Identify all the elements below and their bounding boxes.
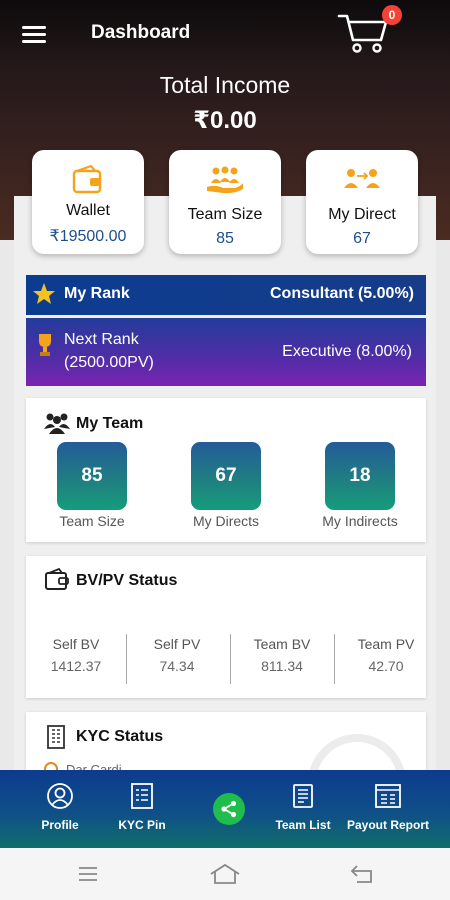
wallet-icon: [32, 162, 144, 198]
direct-link-icon: [306, 162, 418, 198]
my-rank-value: Consultant (5.00%): [269, 285, 414, 302]
share-button[interactable]: [213, 793, 245, 825]
self-bv-label: Self BV: [52, 636, 100, 652]
kyc-pin-icon: [110, 782, 174, 812]
self-pv-label: Self PV: [153, 636, 201, 652]
system-navigation-bar: [0, 848, 450, 900]
bvpv-section: BV/PV Status Self BV 1412.37 Self PV 74.…: [26, 556, 426, 698]
nav-team-list-label: Team List: [275, 818, 331, 832]
self-bv: Self BV 1412.37: [26, 636, 126, 674]
my-directs-box[interactable]: 67: [191, 442, 261, 510]
share-icon: [221, 800, 237, 818]
next-rank-title: Next Rank: [64, 331, 139, 348]
team-size-card[interactable]: Team Size 85: [169, 150, 281, 254]
next-rank-label: Next Rank (2500.00PV): [64, 328, 154, 374]
nav-profile[interactable]: Profile: [30, 770, 90, 848]
team-bv-label: Team BV: [253, 636, 311, 652]
nav-team-list[interactable]: Team List: [268, 770, 338, 848]
team-size-value: 85: [216, 230, 234, 247]
total-income-value: ₹0.00: [193, 107, 257, 134]
team-size-label: Team Size: [187, 206, 263, 223]
nav-kyc-pin[interactable]: KYC Pin: [110, 770, 174, 848]
team-hand-icon: [169, 162, 281, 198]
self-bv-value: 1412.37: [50, 658, 102, 674]
next-rank-value: Executive (8.00%): [282, 343, 412, 360]
total-income-label: Total Income: [159, 72, 291, 98]
team-group-icon: [44, 412, 70, 439]
nav-payout-report-label: Payout Report: [346, 818, 429, 832]
my-rank-bar: My Rank Consultant (5.00%): [26, 275, 426, 315]
nav-kyc-pin-label: KYC Pin: [118, 818, 166, 832]
building-icon: [46, 724, 66, 755]
wallet-outline-icon: [44, 567, 70, 597]
cart-count-badge: 0: [382, 5, 402, 25]
top-app-bar: Dashboard 0: [0, 0, 450, 66]
my-team-section: My Team 85 Team Size 67 My Directs 18 My…: [26, 398, 426, 542]
clock-icon: [44, 762, 58, 770]
team-pv: Team PV 42.70: [334, 636, 438, 674]
kyc-progress-ring: [308, 734, 406, 770]
team-pv-label: Team PV: [357, 636, 415, 652]
team-size-caption: Team Size: [59, 513, 125, 529]
back-icon[interactable]: [342, 860, 382, 888]
my-directs-caption: My Directs: [192, 513, 260, 529]
self-pv-value: 74.34: [159, 658, 195, 674]
my-direct-value: 67: [353, 230, 371, 247]
divider: [230, 634, 231, 684]
wallet-card[interactable]: Wallet ₹19500.00: [32, 150, 144, 254]
wallet-label: Wallet: [66, 202, 110, 219]
page-title: Dashboard: [91, 22, 191, 43]
profile-icon: [30, 782, 90, 812]
recent-apps-icon[interactable]: [68, 860, 108, 888]
trophy-icon: [36, 332, 54, 363]
nav-payout-report[interactable]: Payout Report: [344, 770, 432, 848]
team-size-box[interactable]: 85: [57, 442, 127, 510]
next-rank-pv: (2500.00PV): [64, 354, 154, 371]
kyc-section: KYC Status Dar Cardi: [26, 712, 426, 770]
wallet-value: ₹19500.00: [49, 228, 127, 245]
kyc-title: KYC Status: [76, 728, 164, 745]
nav-profile-label: Profile: [41, 818, 79, 832]
team-bv: Team BV 811.34: [232, 636, 332, 674]
my-indirects-caption: My Indirects: [322, 513, 398, 529]
next-rank-bar: Next Rank (2500.00PV) Executive (8.00%): [26, 318, 426, 386]
payout-report-icon: [344, 782, 432, 812]
my-direct-card[interactable]: My Direct 67: [306, 150, 418, 254]
my-direct-label: My Direct: [328, 206, 396, 223]
my-rank-label: My Rank: [64, 285, 130, 302]
my-indirects-box[interactable]: 18: [325, 442, 395, 510]
self-pv: Self PV 74.34: [127, 636, 227, 674]
bvpv-title: BV/PV Status: [76, 572, 178, 589]
my-team-title: My Team: [76, 415, 144, 432]
kyc-status-text: Dar Cardi: [66, 762, 122, 770]
home-icon[interactable]: [205, 860, 245, 888]
team-list-icon: [268, 782, 338, 812]
team-pv-value: 42.70: [368, 658, 404, 674]
team-bv-value: 811.34: [261, 658, 303, 674]
hamburger-menu-icon[interactable]: [22, 24, 48, 44]
star-icon: [32, 282, 56, 311]
